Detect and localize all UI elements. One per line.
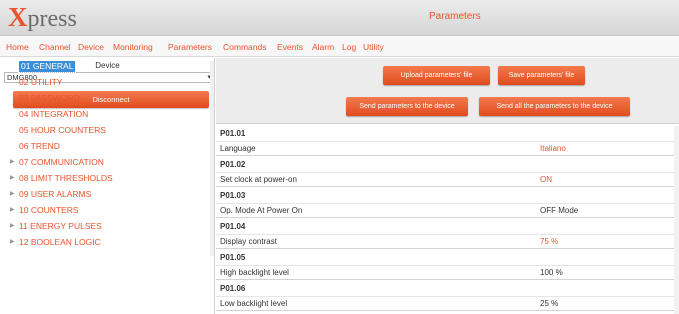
send-all-parameters-button[interactable]: Send all the parameters to the device: [479, 97, 630, 116]
tree-item[interactable]: ▶ 12 BOOLEAN LOGIC: [10, 237, 101, 251]
tree-item-label: 09 USER ALARMS: [19, 189, 92, 199]
title-bar: Xpress Parameters: [0, 0, 679, 36]
param-name: Language: [220, 144, 256, 153]
menu-device[interactable]: Device: [78, 42, 104, 52]
parameter-tree: 01 GENERAL 02 UTILITY 03 PASSWORD 04 INT…: [0, 61, 215, 256]
param-value[interactable]: 25 %: [540, 299, 558, 308]
param-code: P01.04: [220, 222, 246, 231]
param-code: P01.01: [220, 129, 246, 138]
param-name: Op. Mode At Power On: [220, 206, 303, 215]
menu-parameters[interactable]: Parameters: [168, 42, 212, 52]
tree-item-label: 03 PASSWORD: [19, 93, 80, 103]
row-divider: [216, 265, 679, 266]
table-row[interactable]: P01.03 Op. Mode At Power On OFF Mode: [216, 188, 679, 218]
tree-item[interactable]: 04 INTEGRATION: [19, 109, 88, 123]
param-name: Low backlight level: [220, 299, 288, 308]
param-code: P01.05: [220, 253, 246, 262]
tree-item-label: 06 TREND: [19, 141, 60, 151]
tree-item-label: 01 GENERAL: [17, 61, 77, 73]
expand-arrow-icon[interactable]: ▶: [10, 222, 15, 229]
menu-commands[interactable]: Commands: [223, 42, 266, 52]
page-title: Parameters: [429, 11, 481, 22]
table-row[interactable]: P01.05 High backlight level 100 %: [216, 250, 679, 280]
send-parameters-button[interactable]: Send parameters to the device: [346, 97, 468, 116]
menu-events[interactable]: Events: [277, 42, 303, 52]
param-code: P01.06: [220, 284, 246, 293]
param-name: Display contrast: [220, 237, 277, 246]
menu-monitoring[interactable]: Monitoring: [113, 42, 153, 52]
param-value[interactable]: Italiano: [540, 144, 566, 153]
menu-home[interactable]: Home: [6, 42, 29, 52]
upload-parameters-file-button[interactable]: Upload parameters' file: [383, 66, 490, 85]
param-code: P01.02: [220, 160, 246, 169]
tree-item[interactable]: ▶ 11 ENERGY PULSES: [10, 221, 102, 235]
tree-item-label: 07 COMMUNICATION: [19, 157, 104, 167]
row-divider: [216, 141, 679, 142]
tree-item-label: 08 LIMIT THRESHOLDS: [19, 173, 113, 183]
main-menu: Home Channel Device Monitoring Parameter…: [0, 37, 679, 57]
expand-arrow-icon[interactable]: ▶: [10, 190, 15, 197]
param-value[interactable]: OFF Mode: [540, 206, 578, 215]
menu-channel[interactable]: Channel: [39, 42, 71, 52]
app-window: Xpress Parameters Home Channel Device Mo…: [0, 0, 679, 314]
xpress-logo: Xpress: [8, 2, 77, 33]
tree-item-label: 11 ENERGY PULSES: [19, 221, 102, 231]
param-value[interactable]: 75 %: [540, 237, 558, 246]
param-name: High backlight level: [220, 268, 289, 277]
tree-item-label: 12 BOOLEAN LOGIC: [19, 237, 101, 247]
row-divider: [216, 172, 679, 173]
tree-item[interactable]: ▶ 09 USER ALARMS: [10, 189, 92, 203]
expand-arrow-icon[interactable]: ▶: [10, 206, 15, 213]
tree-scrollbar[interactable]: [210, 61, 214, 256]
tree-item-label: 05 HOUR COUNTERS: [19, 125, 106, 135]
save-parameters-file-button[interactable]: Save parameters' file: [498, 66, 585, 85]
menu-utility[interactable]: Utility: [363, 42, 384, 52]
param-value[interactable]: 100 %: [540, 268, 563, 277]
menu-alarm[interactable]: Alarm: [312, 42, 334, 52]
tree-item-label: 04 INTEGRATION: [19, 109, 89, 119]
expand-arrow-icon[interactable]: ▶: [10, 158, 15, 165]
tree-item[interactable]: ▶ 08 LIMIT THRESHOLDS: [10, 173, 113, 187]
tree-item[interactable]: ▶ 10 COUNTERS: [10, 205, 79, 219]
tree-item[interactable]: 02 UTILITY: [19, 77, 62, 91]
table-row[interactable]: P01.04 Display contrast 75 %: [216, 219, 679, 249]
param-value[interactable]: ON: [540, 175, 552, 184]
row-divider: [216, 203, 679, 204]
table-row[interactable]: P01.06 Low backlight level 25 %: [216, 281, 679, 311]
param-name: Set clock at power-on: [220, 175, 297, 184]
table-row[interactable]: P01.01 Language Italiano: [216, 126, 679, 156]
tree-item-label: 02 UTILITY: [19, 77, 63, 87]
tree-item[interactable]: ▶ 07 COMMUNICATION: [10, 157, 104, 171]
tree-item[interactable]: 03 PASSWORD: [19, 93, 80, 107]
expand-arrow-icon[interactable]: ▶: [10, 238, 15, 245]
params-scrollbar[interactable]: [674, 126, 679, 314]
param-code: P01.03: [220, 191, 246, 200]
row-divider: [216, 234, 679, 235]
parameters-toolbar: Upload parameters' file Save parameters'…: [216, 58, 679, 124]
tree-item-label: 10 COUNTERS: [19, 205, 79, 215]
tree-item[interactable]: 01 GENERAL: [17, 61, 77, 75]
tree-item[interactable]: 05 HOUR COUNTERS: [19, 125, 106, 139]
expand-arrow-icon[interactable]: ▶: [10, 174, 15, 181]
tree-item[interactable]: 06 TREND: [19, 141, 60, 155]
parameters-table: P01.01 Language Italiano P01.02 Set cloc…: [216, 126, 679, 314]
table-row[interactable]: P01.02 Set clock at power-on ON: [216, 157, 679, 187]
row-divider: [216, 296, 679, 297]
menu-log[interactable]: Log: [342, 42, 356, 52]
